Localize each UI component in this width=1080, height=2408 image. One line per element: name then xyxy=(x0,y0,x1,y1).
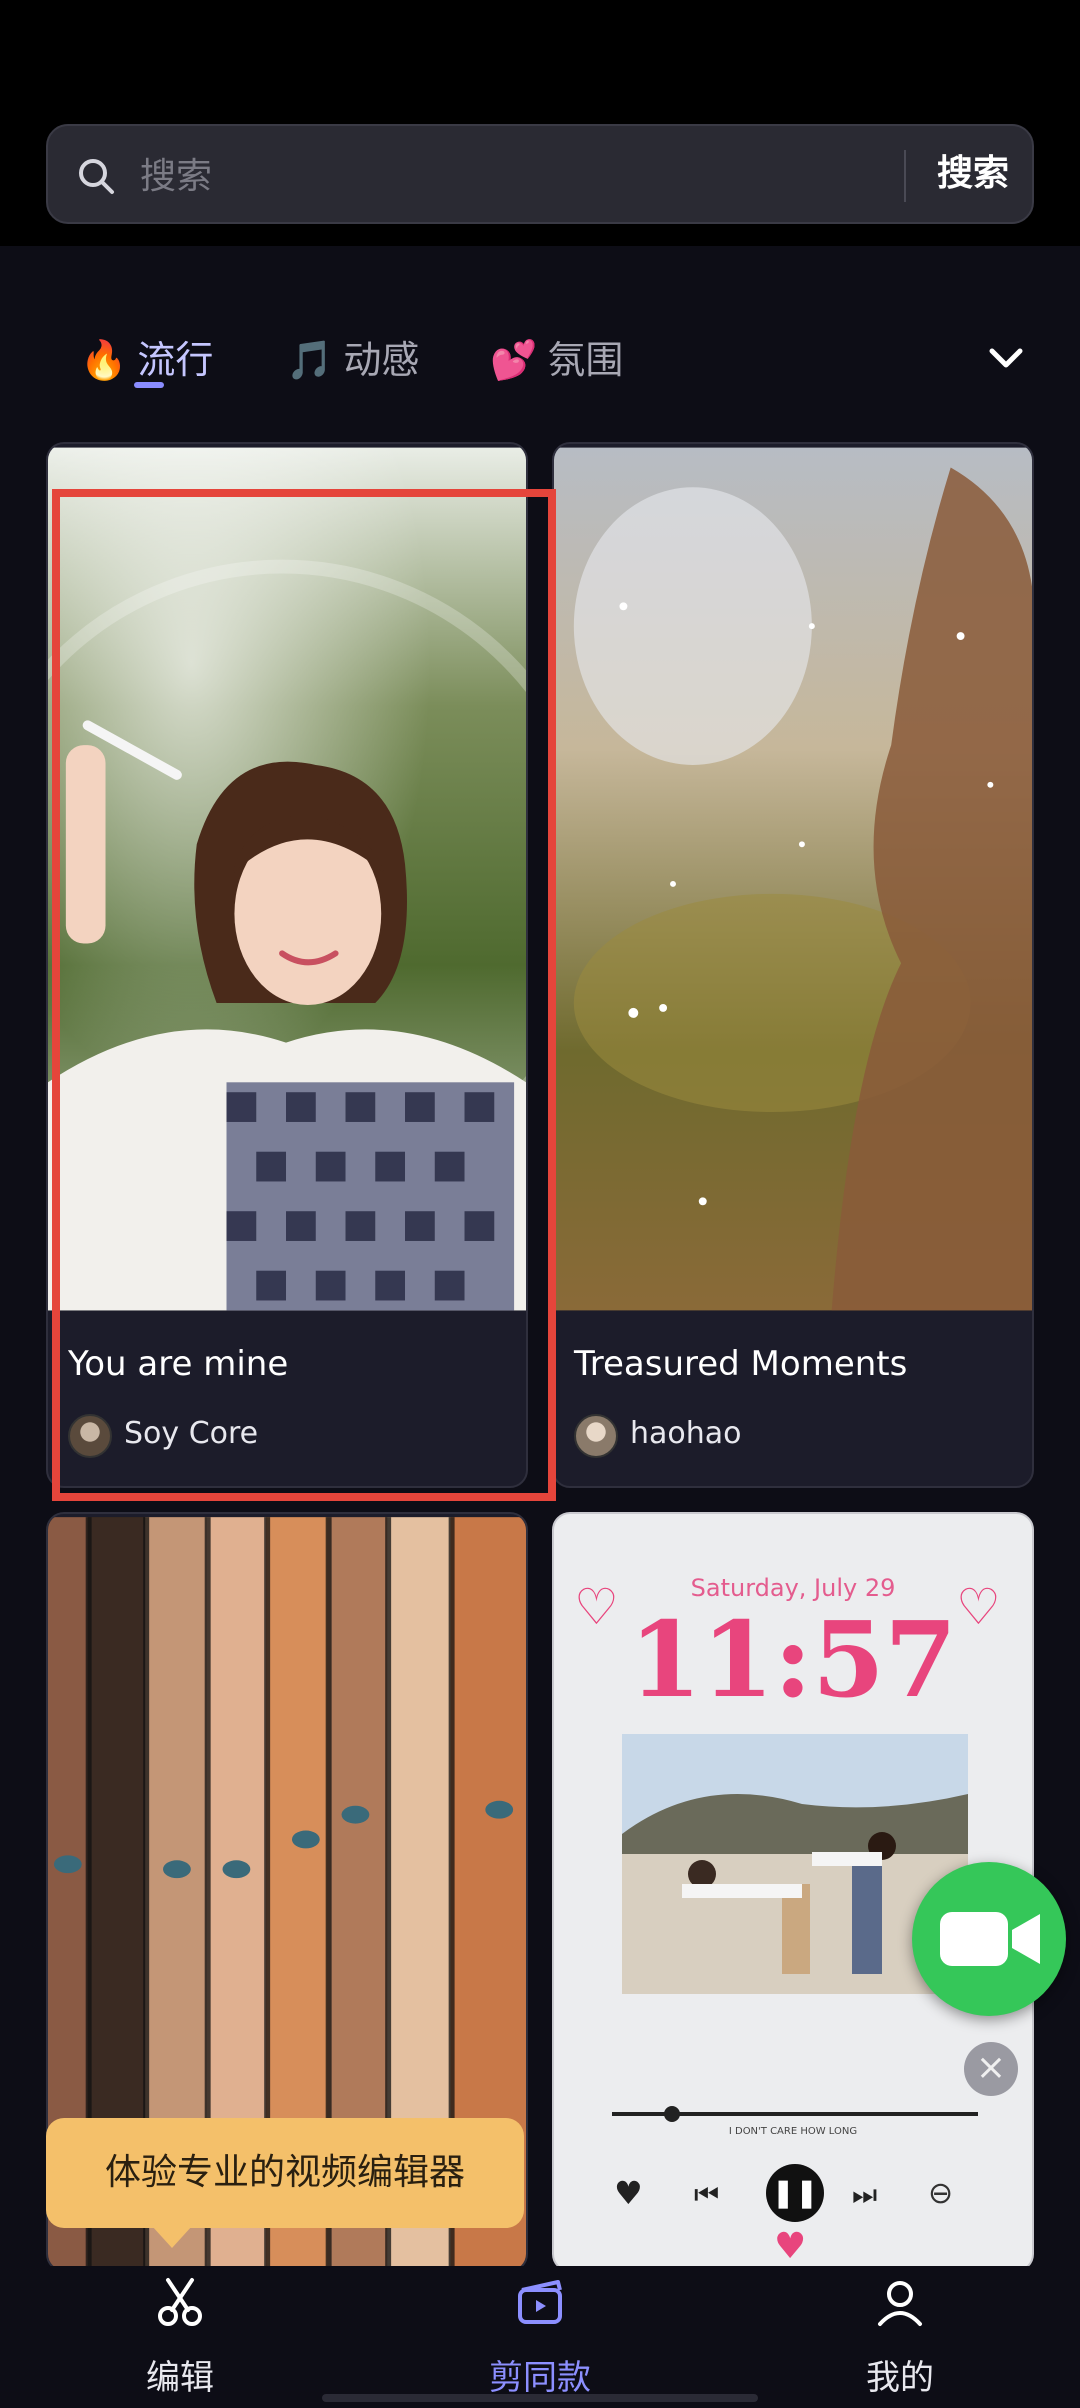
tooltip-arrow xyxy=(152,2226,192,2248)
tab-label: 动感 xyxy=(343,338,420,382)
author-name: Soy Core xyxy=(124,1416,259,1451)
heart-icon[interactable]: ♥ xyxy=(614,2174,643,2212)
tab-label: 氛围 xyxy=(547,338,624,382)
nav-label: 剪同款 xyxy=(489,2358,591,2398)
search-bar[interactable]: 搜索 xyxy=(46,124,1034,224)
active-tab-indicator xyxy=(134,382,164,388)
home-indicator xyxy=(322,2394,758,2402)
template-card[interactable]: Treasured Moments haohao xyxy=(552,442,1034,1488)
progress-knob[interactable] xyxy=(664,2106,680,2122)
tooltip-text: 体验专业的视频编辑器 xyxy=(104,2152,465,2193)
card-title: You are mine xyxy=(68,1344,289,1384)
search-input[interactable] xyxy=(138,146,922,206)
next-track-icon[interactable]: ⏭ xyxy=(852,2178,877,2212)
search-icon xyxy=(79,159,114,194)
song-caption: I DON'T CARE HOW LONG xyxy=(728,2126,858,2137)
bottom-nav: 编辑 剪同款 我的 xyxy=(0,2266,1080,2408)
avatar xyxy=(68,1414,112,1458)
fire-icon: 🔥 xyxy=(80,338,128,382)
search-divider xyxy=(904,150,906,202)
nav-label: 我的 xyxy=(866,2358,934,2398)
nav-templates[interactable]: 剪同款 xyxy=(440,2266,640,2408)
heart-icon: ♥ xyxy=(774,2226,807,2267)
tab-trending[interactable]: 🔥 流行 xyxy=(80,330,213,390)
tab-dynamic[interactable]: 🎵 动感 xyxy=(286,330,419,390)
card-thumbnail xyxy=(554,447,1032,1311)
chevron-down-icon[interactable] xyxy=(984,336,1028,380)
minus-circle-icon[interactable]: ⊖ xyxy=(928,2176,953,2211)
search-button[interactable]: 搜索 xyxy=(928,144,1018,204)
template-card[interactable]: You are mine Soy Core xyxy=(46,442,528,1488)
avatar xyxy=(574,1414,618,1458)
video-camera-icon xyxy=(940,1912,1040,1966)
template-clapper-icon xyxy=(518,2280,562,2324)
nav-edit[interactable]: 编辑 xyxy=(80,2266,280,2408)
card-thumbnail xyxy=(48,447,526,1311)
scissors-icon xyxy=(158,2278,202,2326)
editor-tooltip[interactable]: 体验专业的视频编辑器 xyxy=(46,2118,524,2228)
author-name: haohao xyxy=(630,1416,742,1451)
previous-track-icon[interactable]: ⏮ xyxy=(694,2178,719,2212)
tab-label: 流行 xyxy=(137,338,214,382)
profile-icon xyxy=(878,2281,922,2326)
pause-icon[interactable]: ❚❚ xyxy=(766,2164,824,2222)
nav-profile[interactable]: 我的 xyxy=(800,2266,1000,2408)
tab-atmosphere[interactable]: 💕 氛围 xyxy=(490,330,623,390)
lockscreen-time: 11:57 xyxy=(629,1598,957,1721)
hearts-icon: 💕 xyxy=(490,338,538,382)
close-icon[interactable]: × xyxy=(964,2042,1018,2096)
category-tabs: 🔥 流行 🎵 动感 💕 氛围 xyxy=(0,320,1080,400)
music-note-icon: 🎵 xyxy=(286,338,334,382)
video-call-button[interactable] xyxy=(912,1862,1066,2016)
card-title: Treasured Moments xyxy=(574,1344,908,1384)
nav-label: 编辑 xyxy=(146,2358,214,2398)
